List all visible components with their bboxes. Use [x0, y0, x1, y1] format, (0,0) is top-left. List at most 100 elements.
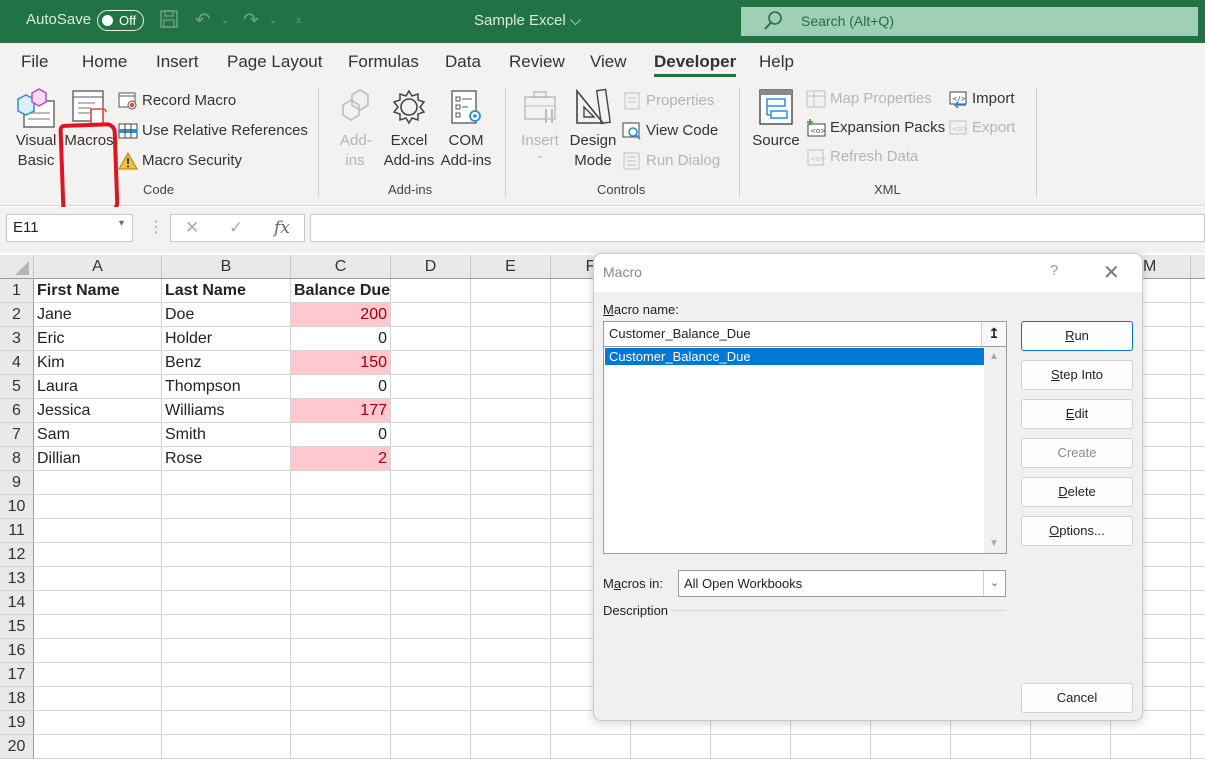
cell-c20[interactable] — [291, 735, 391, 759]
row-header[interactable]: 1 — [0, 279, 34, 303]
export-button[interactable]: <o> Export — [948, 117, 1015, 139]
cell-e14[interactable] — [471, 591, 551, 615]
map-properties-button[interactable]: Map Properties — [806, 88, 932, 110]
autosave-toggle[interactable]: Off — [97, 10, 144, 31]
tab-help[interactable]: Help — [759, 52, 794, 72]
tab-insert[interactable]: Insert — [156, 52, 199, 72]
formula-input[interactable] — [310, 214, 1205, 242]
macro-name-input[interactable]: Customer_Balance_Due ↥ — [603, 321, 1007, 347]
row-header[interactable]: 3 — [0, 327, 34, 351]
cell-n3[interactable] — [1191, 327, 1205, 351]
cell-a17[interactable] — [34, 663, 162, 687]
cell-d7[interactable] — [391, 423, 471, 447]
cell-d10[interactable] — [391, 495, 471, 519]
cell-c3[interactable]: 0 — [291, 327, 391, 351]
cell-b18[interactable] — [162, 687, 291, 711]
cell-c15[interactable] — [291, 615, 391, 639]
cell-n6[interactable] — [1191, 399, 1205, 423]
cell-e6[interactable] — [471, 399, 551, 423]
cell-a18[interactable] — [34, 687, 162, 711]
cell-e18[interactable] — [471, 687, 551, 711]
cell-e12[interactable] — [471, 543, 551, 567]
cell-b11[interactable] — [162, 519, 291, 543]
cell-a3[interactable]: Eric — [34, 327, 162, 351]
cell-d5[interactable] — [391, 375, 471, 399]
cell-d18[interactable] — [391, 687, 471, 711]
com-addins-button[interactable]: COM Add-ins — [438, 87, 494, 171]
cell-a12[interactable] — [34, 543, 162, 567]
cell-n1[interactable] — [1191, 279, 1205, 303]
macros-in-select[interactable]: All Open Workbooks ⌄ — [678, 570, 1006, 597]
options-button[interactable]: Options... — [1021, 516, 1133, 546]
cell-b3[interactable]: Holder — [162, 327, 291, 351]
delete-button[interactable]: Delete — [1021, 477, 1133, 507]
design-mode-button[interactable]: Design Mode — [567, 87, 619, 171]
cell-b12[interactable] — [162, 543, 291, 567]
cell-d1[interactable] — [391, 279, 471, 303]
cell-e15[interactable] — [471, 615, 551, 639]
cell-n5[interactable] — [1191, 375, 1205, 399]
cell-a4[interactable]: Kim — [34, 351, 162, 375]
row-header[interactable]: 13 — [0, 567, 34, 591]
cell-a14[interactable] — [34, 591, 162, 615]
cell-d13[interactable] — [391, 567, 471, 591]
import-button[interactable]: </> Import — [948, 88, 1015, 110]
cell-d17[interactable] — [391, 663, 471, 687]
row-header[interactable]: 18 — [0, 687, 34, 711]
expansion-packs-button[interactable]: <o> Expansion Packs — [806, 117, 945, 139]
cell-a13[interactable] — [34, 567, 162, 591]
customize-qat-icon[interactable]: ⩡ — [295, 13, 302, 29]
source-button[interactable]: Source — [750, 87, 802, 151]
tab-file[interactable]: File — [21, 52, 48, 72]
cell-n7[interactable] — [1191, 423, 1205, 447]
cell-c19[interactable] — [291, 711, 391, 735]
cell-a11[interactable] — [34, 519, 162, 543]
tab-home[interactable]: Home — [82, 52, 127, 72]
cell-e5[interactable] — [471, 375, 551, 399]
insert-function-icon[interactable]: fx — [274, 218, 290, 238]
cell-b1[interactable]: Last Name — [162, 279, 291, 303]
name-box-dropdown-icon[interactable]: ▾ — [119, 218, 124, 229]
cell-n11[interactable] — [1191, 519, 1205, 543]
column-header-b[interactable]: B — [162, 255, 291, 279]
column-header-d[interactable]: D — [391, 255, 471, 279]
cell-d3[interactable] — [391, 327, 471, 351]
redo-dropdown-icon[interactable]: ⌄ — [269, 15, 277, 26]
row-header[interactable]: 17 — [0, 663, 34, 687]
cell-b14[interactable] — [162, 591, 291, 615]
use-relative-references-button[interactable]: Use Relative References — [118, 120, 308, 142]
addins-button[interactable]: Add-ins — [333, 87, 377, 171]
cell-n20[interactable] — [1191, 735, 1205, 759]
cell-d14[interactable] — [391, 591, 471, 615]
cell-e8[interactable] — [471, 447, 551, 471]
cell-d6[interactable] — [391, 399, 471, 423]
macro-list-item[interactable]: Customer_Balance_Due — [605, 348, 984, 365]
formula-bar-resize-handle[interactable]: ⋮ — [148, 217, 164, 237]
cell-n10[interactable] — [1191, 495, 1205, 519]
cell-d4[interactable] — [391, 351, 471, 375]
cancel-entry-icon[interactable]: ✕ — [185, 218, 199, 238]
cell-l20[interactable] — [1031, 735, 1111, 759]
run-dialog-button[interactable]: Run Dialog — [622, 150, 720, 172]
cell-c11[interactable] — [291, 519, 391, 543]
cell-a5[interactable]: Laura — [34, 375, 162, 399]
cell-a19[interactable] — [34, 711, 162, 735]
help-icon[interactable]: ? — [1050, 262, 1058, 279]
cell-f20[interactable] — [551, 735, 631, 759]
row-header[interactable]: 4 — [0, 351, 34, 375]
cell-e10[interactable] — [471, 495, 551, 519]
visual-basic-button[interactable]: Visual Basic — [10, 87, 62, 171]
cell-c16[interactable] — [291, 639, 391, 663]
confirm-entry-icon[interactable]: ✓ — [229, 218, 243, 238]
cell-a2[interactable]: Jane — [34, 303, 162, 327]
cell-a1[interactable]: First Name — [34, 279, 162, 303]
cell-e19[interactable] — [471, 711, 551, 735]
row-header[interactable]: 14 — [0, 591, 34, 615]
row-header[interactable]: 8 — [0, 447, 34, 471]
cell-c10[interactable] — [291, 495, 391, 519]
cell-c13[interactable] — [291, 567, 391, 591]
cell-n19[interactable] — [1191, 711, 1205, 735]
save-icon[interactable] — [159, 9, 179, 35]
cell-c5[interactable]: 0 — [291, 375, 391, 399]
cell-b15[interactable] — [162, 615, 291, 639]
